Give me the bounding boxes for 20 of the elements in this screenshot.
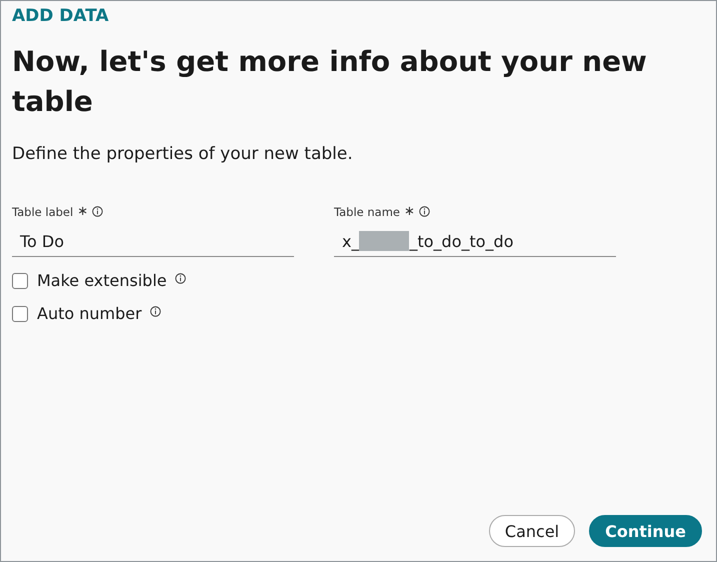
cancel-button[interactable]: Cancel (488, 515, 576, 547)
info-icon[interactable] (174, 273, 186, 284)
dialog-heading: Now, let's get more info about your new table (12, 44, 648, 120)
redaction-block (359, 231, 410, 251)
required-mark: ∗ (77, 204, 88, 219)
field-label: Table label (12, 204, 74, 218)
dialog-kicker: ADD DATA (12, 6, 110, 26)
checkbox[interactable] (12, 306, 28, 322)
field-label: Table name (334, 204, 400, 218)
info-icon[interactable] (418, 206, 430, 217)
info-icon[interactable] (150, 306, 161, 317)
required-mark: ∗ (404, 204, 415, 219)
continue-button[interactable]: Continue (589, 515, 702, 547)
input-field[interactable]: x_ _to_do_to_do (334, 227, 616, 257)
dialog-subtitle: Define the properties of your new table. (12, 144, 354, 164)
checkbox-label: Auto number (37, 304, 142, 323)
input-field[interactable]: To Do (12, 227, 294, 257)
checkbox-label: Make extensible (37, 271, 167, 290)
checkbox[interactable] (12, 272, 28, 288)
info-icon[interactable] (92, 206, 104, 217)
